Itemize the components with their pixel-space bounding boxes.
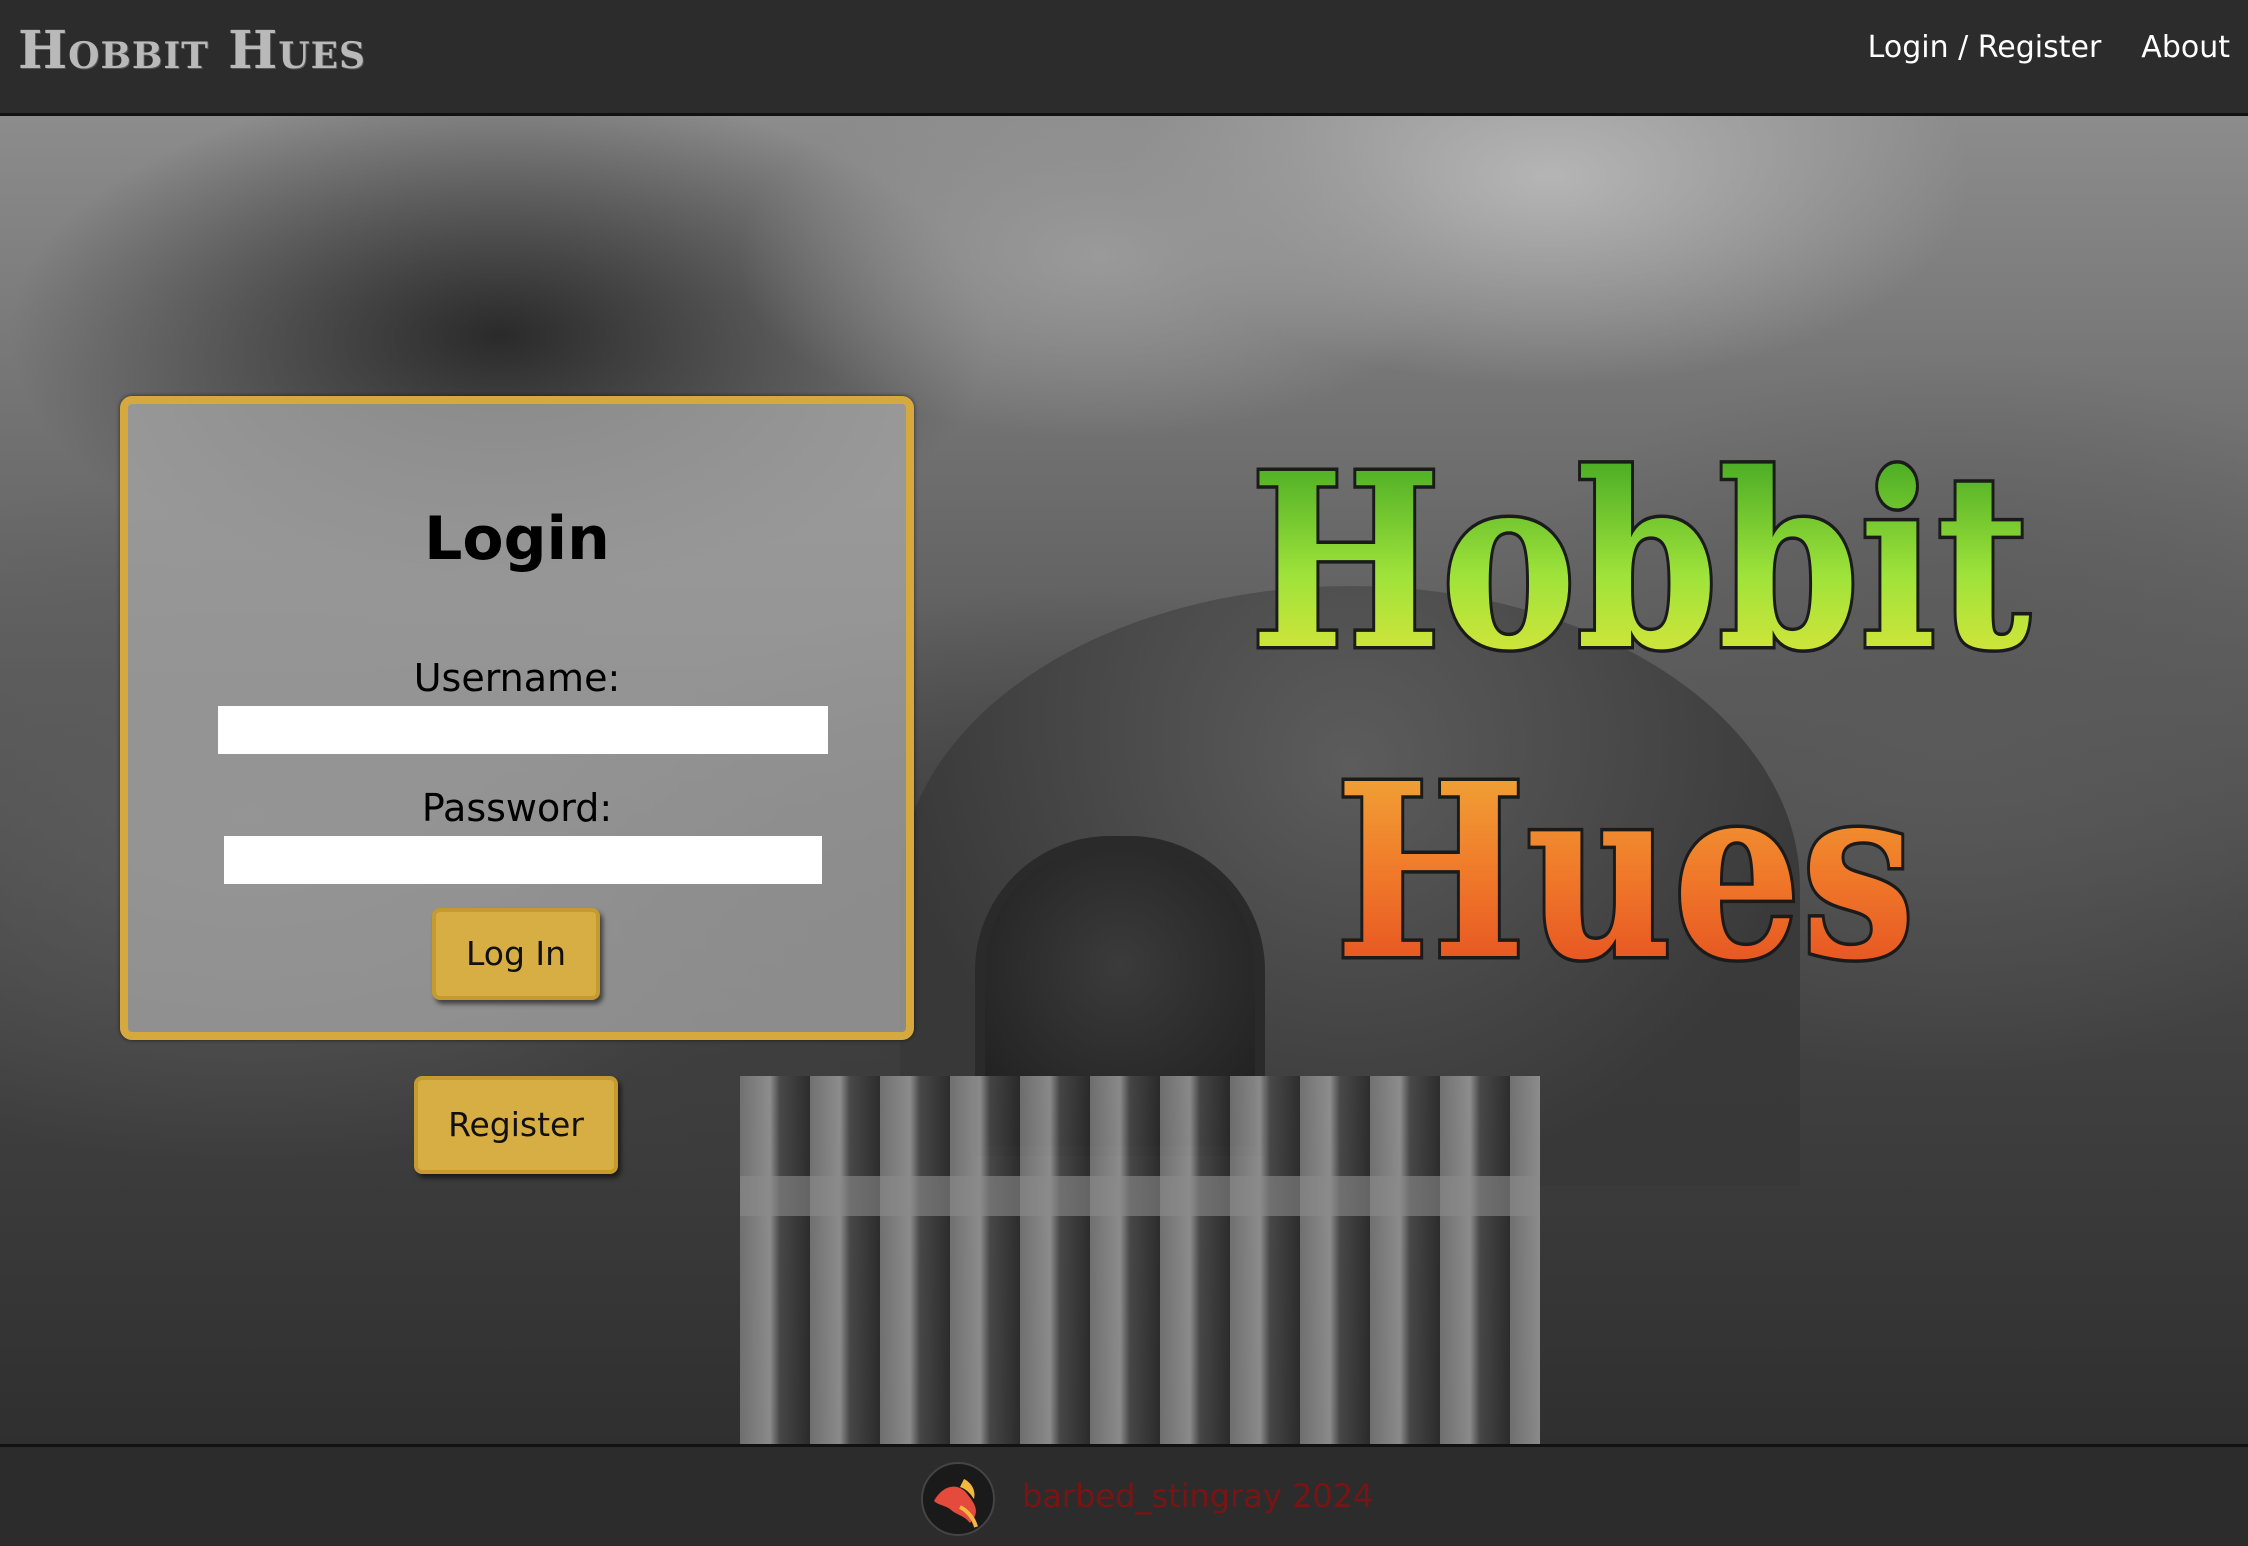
password-label: Password: (421, 786, 613, 830)
username-label: Username: (413, 656, 621, 700)
brand-logo[interactable]: Hobbit Hues (18, 20, 366, 81)
nav-links: Login / Register About (1868, 30, 2230, 65)
wooden-fence (740, 1076, 1540, 1444)
password-input[interactable] (224, 836, 822, 884)
nav-login-register-link[interactable]: Login / Register (1868, 30, 2102, 65)
footer-copyright: barbed_stingray 2024 (1022, 1477, 1374, 1515)
hero-title-logo: Hobbit Hues (1247, 418, 2034, 1017)
hero-title-line1: Hobbit (1250, 421, 2030, 703)
hero-title-line2: Hues (1335, 731, 1915, 1013)
footer: barbed_stingray 2024 (0, 1444, 2248, 1546)
nav-about-link[interactable]: About (2141, 30, 2230, 65)
top-navbar: Hobbit Hues Login / Register About (0, 0, 2248, 116)
stingray-logo-icon (921, 1462, 995, 1536)
login-title: Login (424, 504, 610, 574)
register-button[interactable]: Register (414, 1076, 618, 1174)
login-button[interactable]: Log In (432, 908, 600, 1000)
fence-rail (740, 1176, 1540, 1216)
login-card: Login Username: Password: Log In (120, 396, 914, 1040)
username-input[interactable] (218, 706, 828, 754)
